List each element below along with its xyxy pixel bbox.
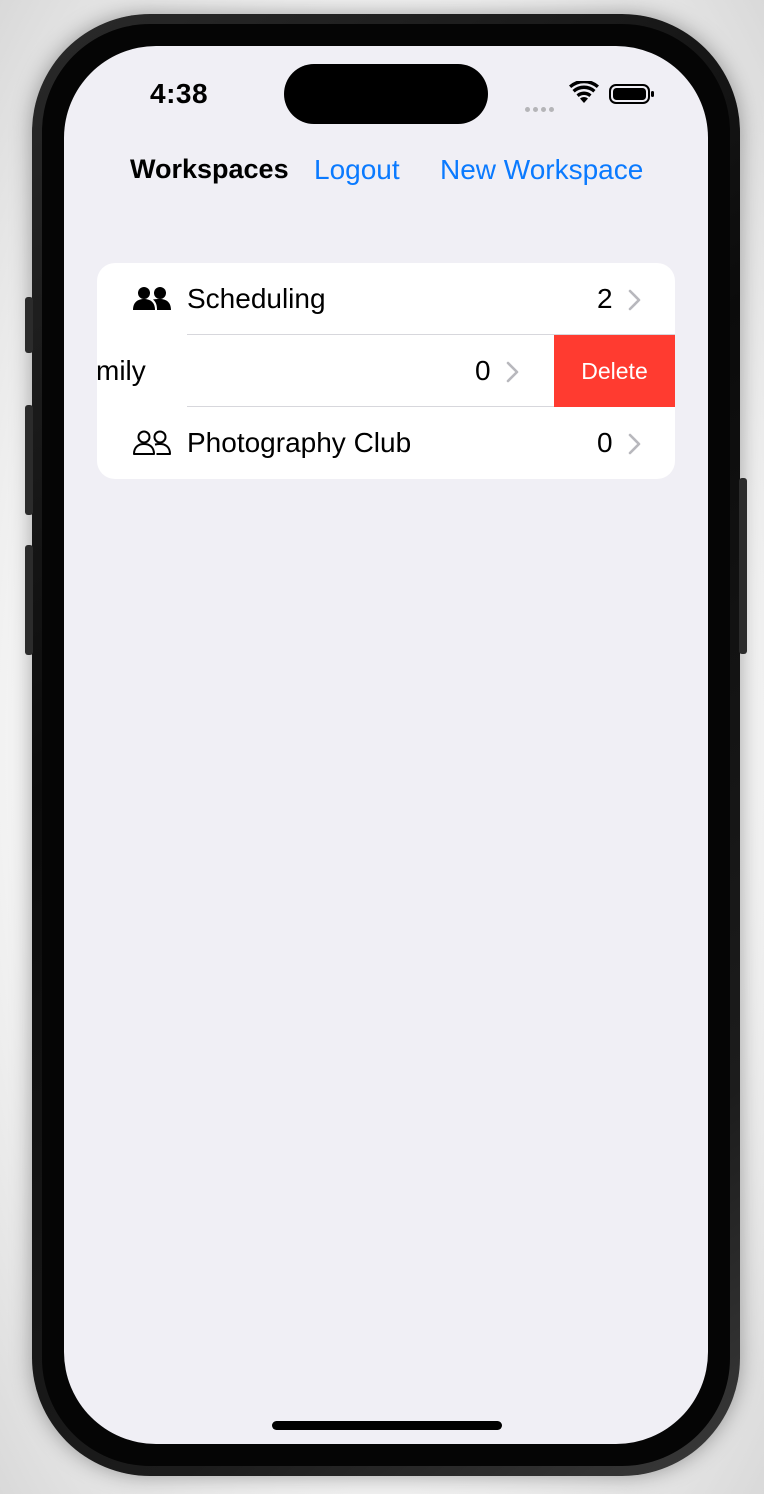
list-item-swiped[interactable]: mily 0 — [97, 335, 554, 407]
wifi-icon — [569, 81, 599, 103]
workspace-count: 0 — [475, 355, 491, 386]
screen: 4:38 Workspaces Logout New Workspace Sch… — [64, 46, 708, 1444]
people-outline-icon — [133, 430, 171, 455]
list-item-scheduling[interactable]: Scheduling 2 — [97, 263, 675, 335]
people-filled-icon — [133, 287, 171, 310]
status-time: 4:38 — [150, 78, 209, 109]
delete-button[interactable]: Delete — [554, 335, 675, 407]
chevron-right-icon — [628, 289, 641, 311]
cellular-signal-icon — [525, 99, 559, 112]
list-item-photography-club[interactable]: Photography Club 0 — [97, 407, 675, 479]
workspace-name: Photography Club — [187, 427, 412, 458]
chevron-right-icon — [628, 433, 641, 455]
new-workspace-button[interactable]: New Workspace — [440, 154, 643, 186]
action-button — [25, 297, 33, 353]
workspace-count: 2 — [597, 283, 613, 314]
dynamic-island — [284, 64, 488, 124]
volume-up-button — [25, 405, 33, 515]
power-button — [739, 478, 747, 654]
page-title: Workspaces — [130, 154, 289, 184]
home-indicator[interactable] — [272, 1421, 502, 1430]
battery-icon — [609, 84, 654, 104]
volume-down-button — [25, 545, 33, 655]
workspace-name: mily — [97, 355, 146, 386]
chevron-right-icon — [506, 361, 519, 383]
workspace-name: Scheduling — [187, 283, 326, 314]
logout-button[interactable]: Logout — [314, 154, 400, 186]
workspace-count: 0 — [597, 427, 613, 458]
workspace-list: Scheduling 2 mily 0 Delete Photography C… — [97, 263, 675, 479]
